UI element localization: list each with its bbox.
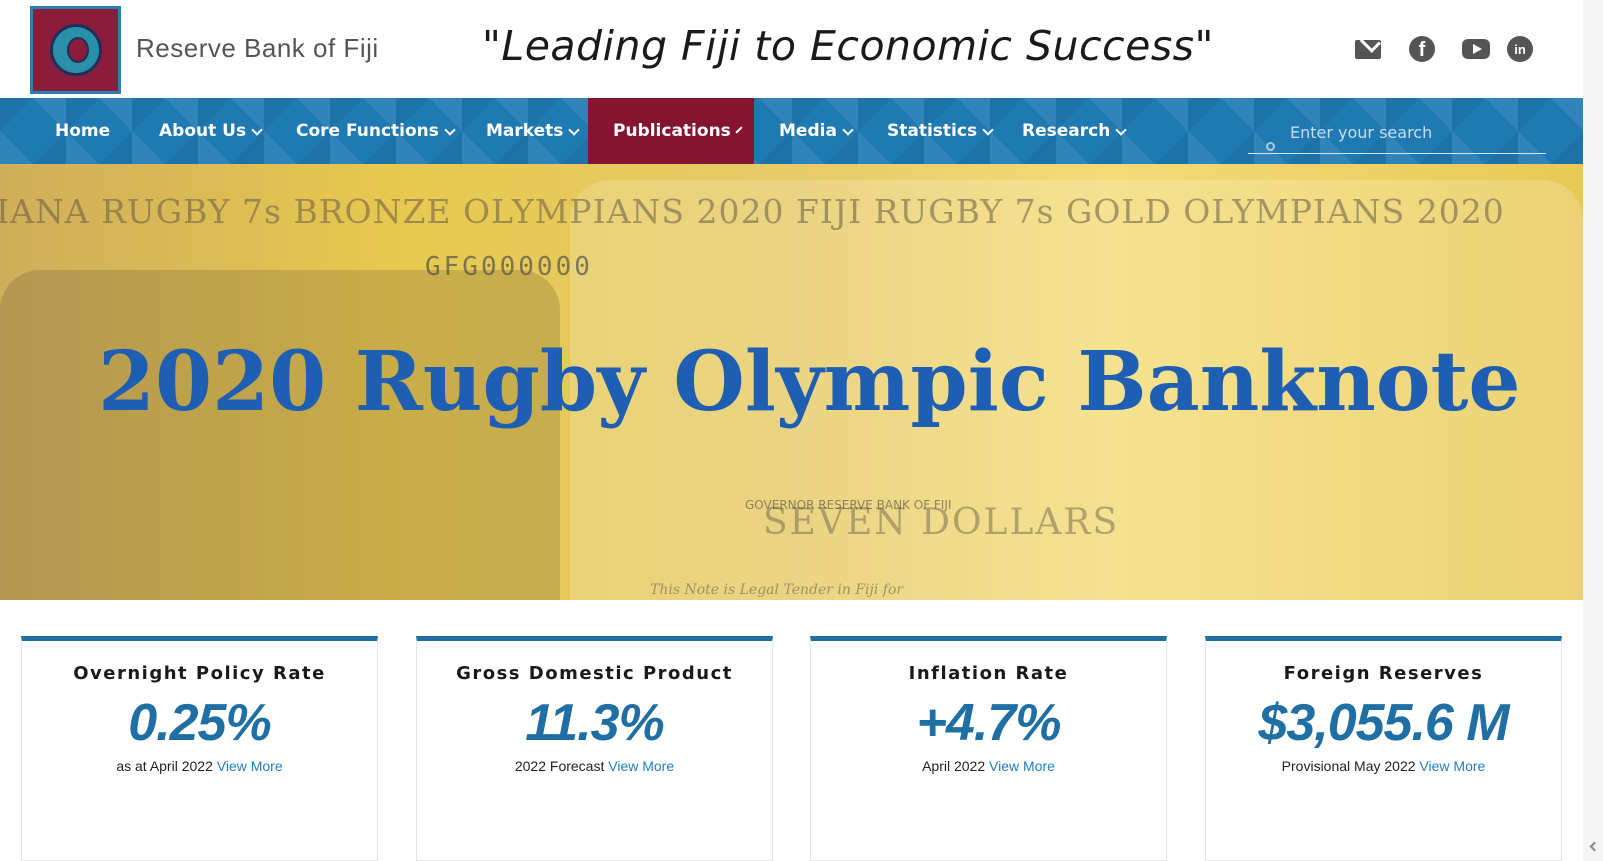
nav-item-home[interactable]: Home — [55, 98, 110, 164]
logo-emblem — [49, 24, 102, 76]
nav-item-label: Publications — [613, 121, 731, 141]
nav-item-label: Research — [1022, 121, 1111, 141]
nav-item-label: Statistics — [887, 121, 978, 141]
hero-title: 2020 Rugby Olympic Banknote — [98, 334, 1521, 430]
stat-value: +4.7% — [916, 694, 1062, 752]
stat-card-inflation: Inflation Rate +4.7% April 2022 View Mor… — [810, 636, 1167, 861]
stat-value: $3,055.6 M — [1258, 694, 1509, 752]
nav-item-statistics[interactable]: Statistics — [887, 98, 994, 164]
hero-photo-left — [0, 270, 560, 600]
stat-card-foreign-reserves: Foreign Reserves $3,055.6 M Provisional … — [1205, 636, 1562, 861]
chevron-down-icon — [444, 124, 456, 136]
rbf-logo[interactable] — [30, 6, 121, 94]
chevron-down-icon — [251, 124, 263, 136]
linkedin-icon[interactable]: in — [1505, 34, 1535, 64]
stat-note: April 2022 View More — [922, 758, 1055, 774]
stat-title: Inflation Rate — [908, 663, 1069, 684]
chevron-down-icon — [568, 124, 581, 136]
brand-name[interactable]: Reserve Bank of Fiji — [136, 33, 379, 64]
stat-note: as at April 2022 View More — [116, 758, 283, 774]
page: Reserve Bank of Fiji "Leading Fiji to Ec… — [0, 0, 1603, 861]
stat-note: Provisional May 2022 View More — [1281, 758, 1486, 774]
hero-tender-text: This Note is Legal Tender in Fiji for — [650, 582, 904, 598]
hero-serial: GFG000000 — [425, 252, 593, 282]
stat-title: Gross Domestic Product — [456, 663, 733, 684]
search-input[interactable] — [1248, 112, 1546, 152]
youtube-icon[interactable] — [1461, 34, 1491, 64]
view-more-link[interactable]: View More — [608, 758, 674, 774]
nav-item-publications[interactable]: Publications — [588, 98, 754, 164]
search-box — [1248, 112, 1546, 154]
chevron-down-icon — [1115, 124, 1127, 136]
view-more-link[interactable]: View More — [1419, 758, 1485, 774]
hero-banner-text: IANA RUGBY 7s BRONZE OLYMPIANS 2020 FIJI… — [0, 192, 1505, 231]
hero-banner[interactable]: IANA RUGBY 7s BRONZE OLYMPIANS 2020 FIJI… — [0, 164, 1583, 600]
stat-value: 11.3% — [525, 694, 665, 752]
nav-item-core-functions[interactable]: Core Functions — [296, 98, 456, 164]
search-icon[interactable] — [1266, 142, 1275, 151]
site-header: Reserve Bank of Fiji "Leading Fiji to Ec… — [0, 0, 1583, 98]
nav-item-label: About Us — [159, 121, 247, 141]
stat-card-gdp: Gross Domestic Product 11.3% 2022 Foreca… — [416, 636, 773, 861]
view-more-link[interactable]: View More — [217, 758, 283, 774]
nav-item-label: Home — [55, 121, 111, 141]
tagline: "Leading Fiji to Economic Success" — [482, 22, 1214, 70]
stat-title: Foreign Reserves — [1283, 663, 1484, 684]
nav-item-research[interactable]: Research — [1022, 98, 1127, 164]
envelope-icon[interactable] — [1353, 34, 1383, 64]
stat-note: 2022 Forecast View More — [514, 758, 675, 774]
nav-item-media[interactable]: Media — [779, 98, 854, 164]
page-scrollbar[interactable] — [1583, 0, 1603, 861]
facebook-icon[interactable]: f — [1407, 34, 1437, 64]
stat-title: Overnight Policy Rate — [73, 663, 326, 684]
chevron-down-icon — [735, 126, 743, 134]
nav-item-markets[interactable]: Markets — [486, 98, 581, 164]
chevron-down-icon — [842, 124, 854, 136]
nav-item-about-us[interactable]: About Us — [159, 98, 263, 164]
hero-governor: GOVERNOR RESERVE BANK OF FIJI — [745, 498, 952, 512]
stat-value: 0.25% — [128, 694, 271, 752]
nav-item-label: Media — [779, 121, 837, 141]
stat-card-policy-rate: Overnight Policy Rate 0.25% as at April … — [21, 636, 378, 861]
view-more-link[interactable]: View More — [989, 758, 1055, 774]
nav-item-label: Markets — [486, 121, 564, 141]
chevron-down-icon — [982, 124, 994, 136]
nav-item-label: Core Functions — [296, 121, 439, 141]
